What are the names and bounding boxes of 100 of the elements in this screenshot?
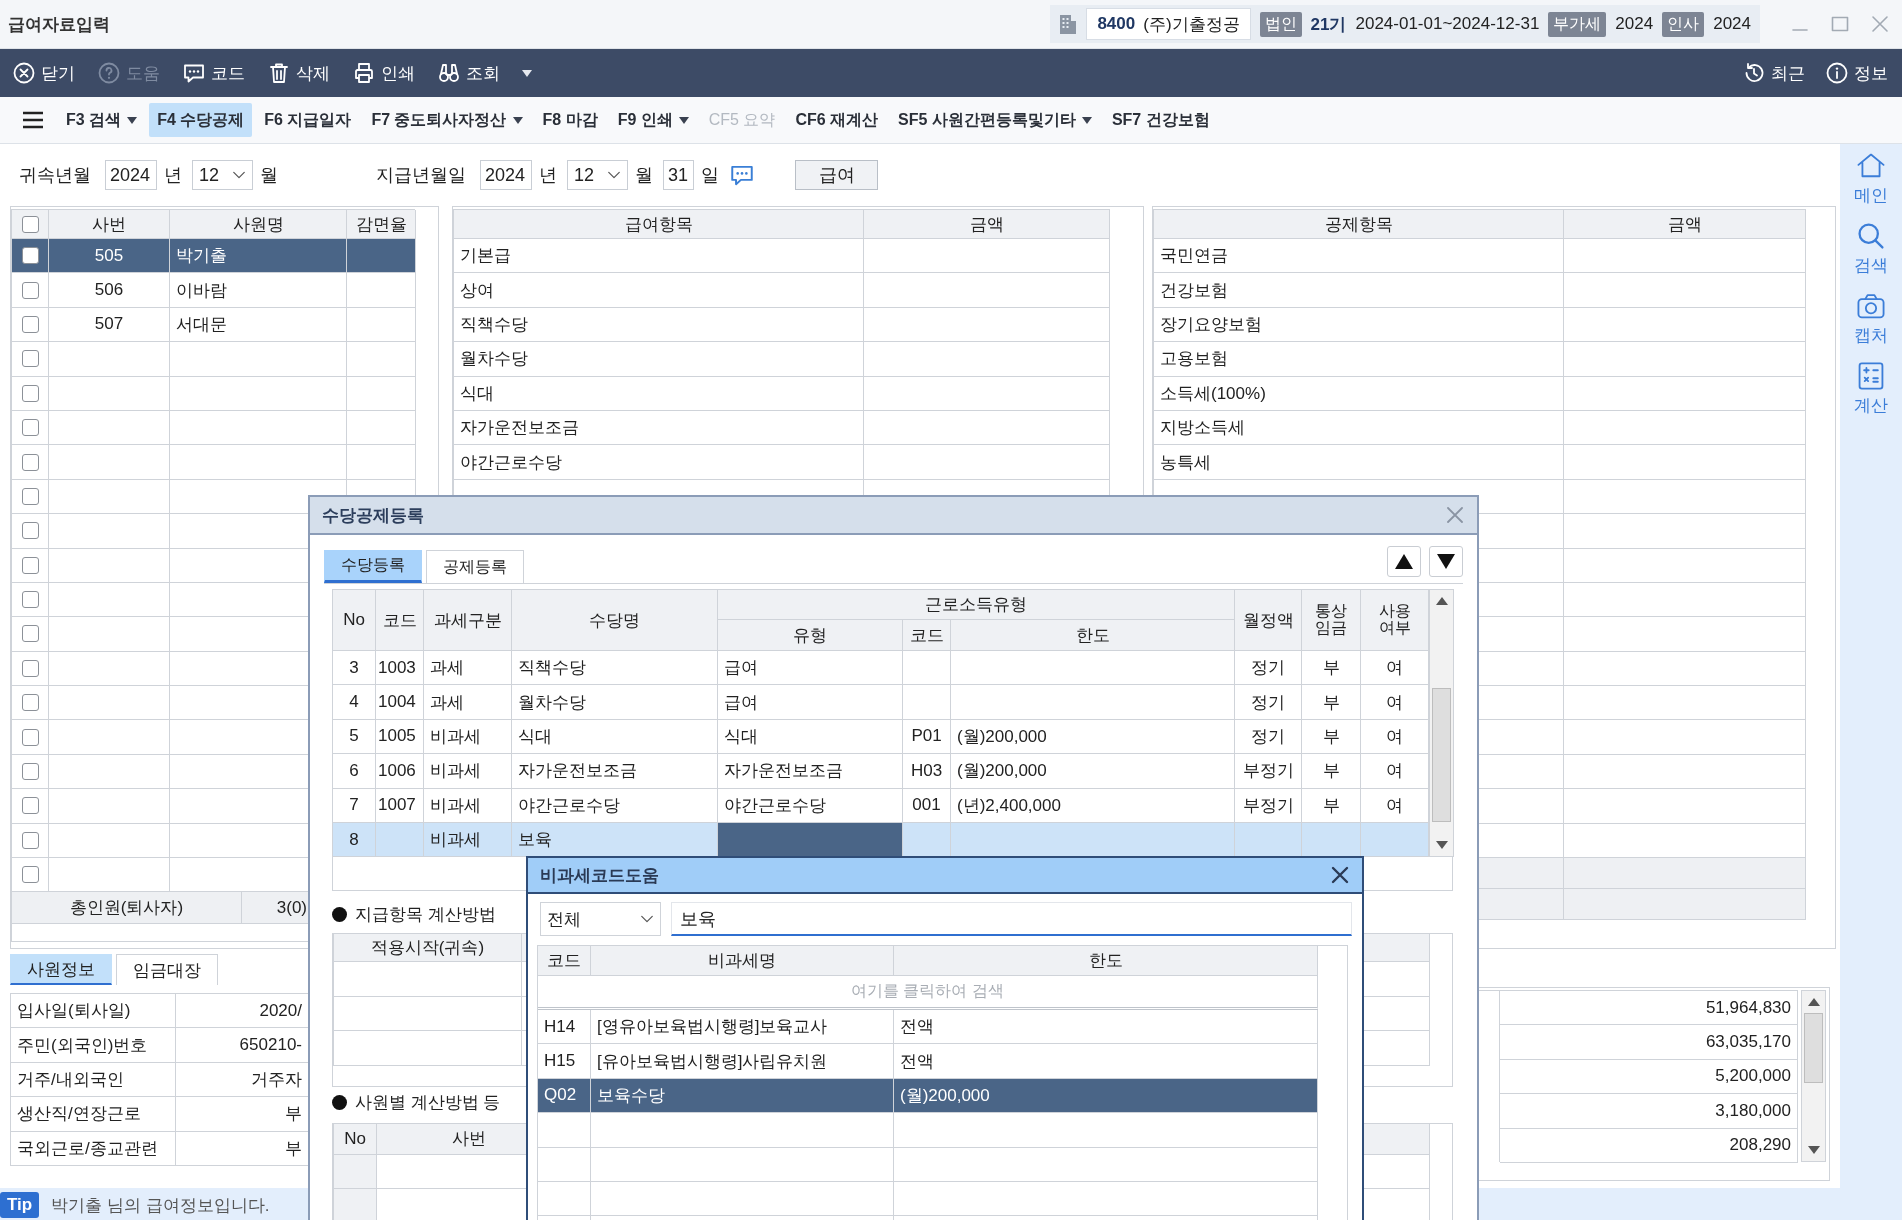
- function-key-button[interactable]: SF7 건강보험: [1103, 103, 1218, 137]
- checkbox[interactable]: [21, 281, 39, 299]
- checkbox[interactable]: [21, 831, 39, 849]
- field-label: 생산직/연장근로: [11, 1097, 176, 1132]
- table-cell: 식대: [718, 719, 903, 755]
- select-all-checkbox[interactable]: [21, 215, 39, 233]
- column-header: 근로소득유형: [718, 590, 1235, 620]
- function-key-button[interactable]: F8 마감: [534, 103, 606, 137]
- tab[interactable]: 공제등록: [426, 550, 524, 583]
- scroll-up-icon[interactable]: [1807, 998, 1820, 1006]
- table-cell: 직책수당: [512, 651, 718, 686]
- checkbox[interactable]: [21, 659, 39, 677]
- checkbox[interactable]: [21, 247, 39, 265]
- table-row[interactable]: 4 1004 과세 월차수당 급여 정기 부 여: [333, 685, 1429, 720]
- recent-button[interactable]: 최근: [1742, 61, 1805, 85]
- inquiry-button[interactable]: 조회: [437, 61, 500, 85]
- table-cell: [347, 376, 416, 411]
- tab[interactable]: 수당등록: [324, 550, 422, 583]
- checkbox[interactable]: [21, 315, 39, 333]
- checkbox[interactable]: [21, 384, 39, 402]
- caret-icon[interactable]: [1081, 116, 1092, 124]
- year-field[interactable]: 2024: [105, 160, 157, 190]
- year-field[interactable]: 2024: [480, 160, 532, 190]
- table-row[interactable]: 7 1007 비과세 야간근로수당 야간근로수당 001 (년)2,400,000 부정기 부 여: [333, 788, 1429, 823]
- checkbox[interactable]: [21, 591, 39, 609]
- print-button[interactable]: 인쇄: [352, 61, 415, 85]
- close-icon[interactable]: [1330, 865, 1350, 885]
- checkbox[interactable]: [21, 625, 39, 643]
- checkbox[interactable]: [21, 694, 39, 712]
- table-row[interactable]: 505 박기출: [11, 239, 415, 274]
- checkbox[interactable]: [21, 556, 39, 574]
- table-row[interactable]: 8 비과세 보육: [333, 822, 1429, 858]
- checkbox[interactable]: [21, 453, 39, 471]
- checkbox[interactable]: [21, 866, 39, 884]
- checkbox[interactable]: [21, 728, 39, 746]
- table-row[interactable]: Q02 보육수당 (월)200,000: [538, 1078, 1318, 1114]
- table-cell: 001: [903, 788, 951, 823]
- checkbox[interactable]: [21, 487, 39, 505]
- scroll-down-icon[interactable]: [1435, 841, 1448, 850]
- caret-icon[interactable]: [512, 116, 523, 124]
- checkbox[interactable]: [21, 522, 39, 540]
- info-icon: [1825, 61, 1849, 85]
- caret-icon[interactable]: [127, 116, 138, 124]
- caret-icon[interactable]: [522, 69, 532, 77]
- function-key-button[interactable]: F6 지급일자: [256, 103, 360, 137]
- search-button[interactable]: 검색: [1854, 220, 1888, 277]
- section-title: 지급항목 계산방법: [355, 903, 496, 926]
- function-key-button[interactable]: F4 수당공제: [149, 103, 253, 137]
- code-button[interactable]: 코드: [182, 61, 245, 85]
- home-button[interactable]: 메인: [1854, 150, 1888, 207]
- close-button[interactable]: 닫기: [12, 61, 75, 85]
- table-row[interactable]: 5 1005 비과세 식대 식대 P01 (월)200,000 정기 부 여: [333, 719, 1429, 755]
- vat-year: 2024: [1615, 14, 1654, 34]
- caret-icon[interactable]: [678, 116, 689, 124]
- capture-button[interactable]: 캡처: [1854, 290, 1888, 347]
- pay-type-button[interactable]: 급여: [795, 160, 878, 190]
- table-row[interactable]: 507 서대문: [11, 307, 415, 343]
- close-icon: [12, 61, 36, 85]
- function-key-button[interactable]: SF5 사원간편등록및기타: [890, 103, 1100, 137]
- table-cell: 기본급: [454, 239, 864, 274]
- delete-button[interactable]: 삭제: [267, 61, 330, 85]
- scroll-down-icon[interactable]: [1807, 1146, 1820, 1154]
- checkbox[interactable]: [21, 350, 39, 368]
- tab[interactable]: 사원정보: [10, 954, 112, 985]
- table-row[interactable]: 6 1006 비과세 자가운전보조금 자가운전보조금 H03 (월)200,000 부정기 부 여: [333, 754, 1429, 789]
- tab[interactable]: 임금대장: [116, 954, 218, 985]
- checkbox[interactable]: [21, 419, 39, 437]
- month-dropdown[interactable]: 12: [192, 160, 253, 190]
- table-cell: 부: [1302, 651, 1361, 686]
- filter-dropdown[interactable]: 전체: [540, 902, 661, 936]
- checkbox[interactable]: [21, 797, 39, 815]
- table-row[interactable]: H15 [유아보육법시행령]사립유치원 전액: [538, 1044, 1318, 1079]
- month-dropdown[interactable]: 12: [567, 160, 628, 190]
- calculator-button[interactable]: 계산: [1854, 360, 1888, 417]
- day-field[interactable]: 31: [663, 160, 694, 190]
- menu-icon[interactable]: [22, 111, 44, 129]
- table-cell: [903, 685, 951, 720]
- column-header: 한도: [951, 620, 1235, 651]
- table-cell: 월차수당: [512, 685, 718, 720]
- table-row[interactable]: 506 이바람: [11, 273, 415, 308]
- function-key-button[interactable]: F7 중도퇴사자정산: [363, 103, 531, 137]
- table-row[interactable]: 3 1003 과세 직책수당 급여 정기 부 여: [333, 651, 1429, 686]
- info-button[interactable]: 정보: [1825, 61, 1888, 85]
- table-cell: [347, 239, 416, 274]
- table-cell: [347, 342, 416, 377]
- move-down-button[interactable]: [1429, 546, 1463, 577]
- table-cell: 자가운전보조금: [718, 754, 903, 789]
- function-key-button[interactable]: F3 검색: [58, 103, 146, 137]
- maximize-icon[interactable]: [1830, 14, 1850, 34]
- unit-label: 년: [539, 164, 557, 187]
- table-row[interactable]: H14 [영유아보육법시행령]보육교사 전액: [538, 1010, 1318, 1045]
- checkbox[interactable]: [21, 763, 39, 781]
- move-up-button[interactable]: [1387, 546, 1421, 577]
- function-key-button[interactable]: CF6 재계산: [787, 103, 887, 137]
- field-label: 귀속년월: [19, 164, 91, 187]
- table-cell: 급여: [718, 685, 903, 720]
- search-field[interactable]: 보육: [671, 902, 1352, 936]
- scroll-up-icon[interactable]: [1435, 597, 1448, 605]
- function-key-button[interactable]: F9 인쇄: [609, 103, 697, 137]
- table-cell: 비과세: [424, 754, 512, 789]
